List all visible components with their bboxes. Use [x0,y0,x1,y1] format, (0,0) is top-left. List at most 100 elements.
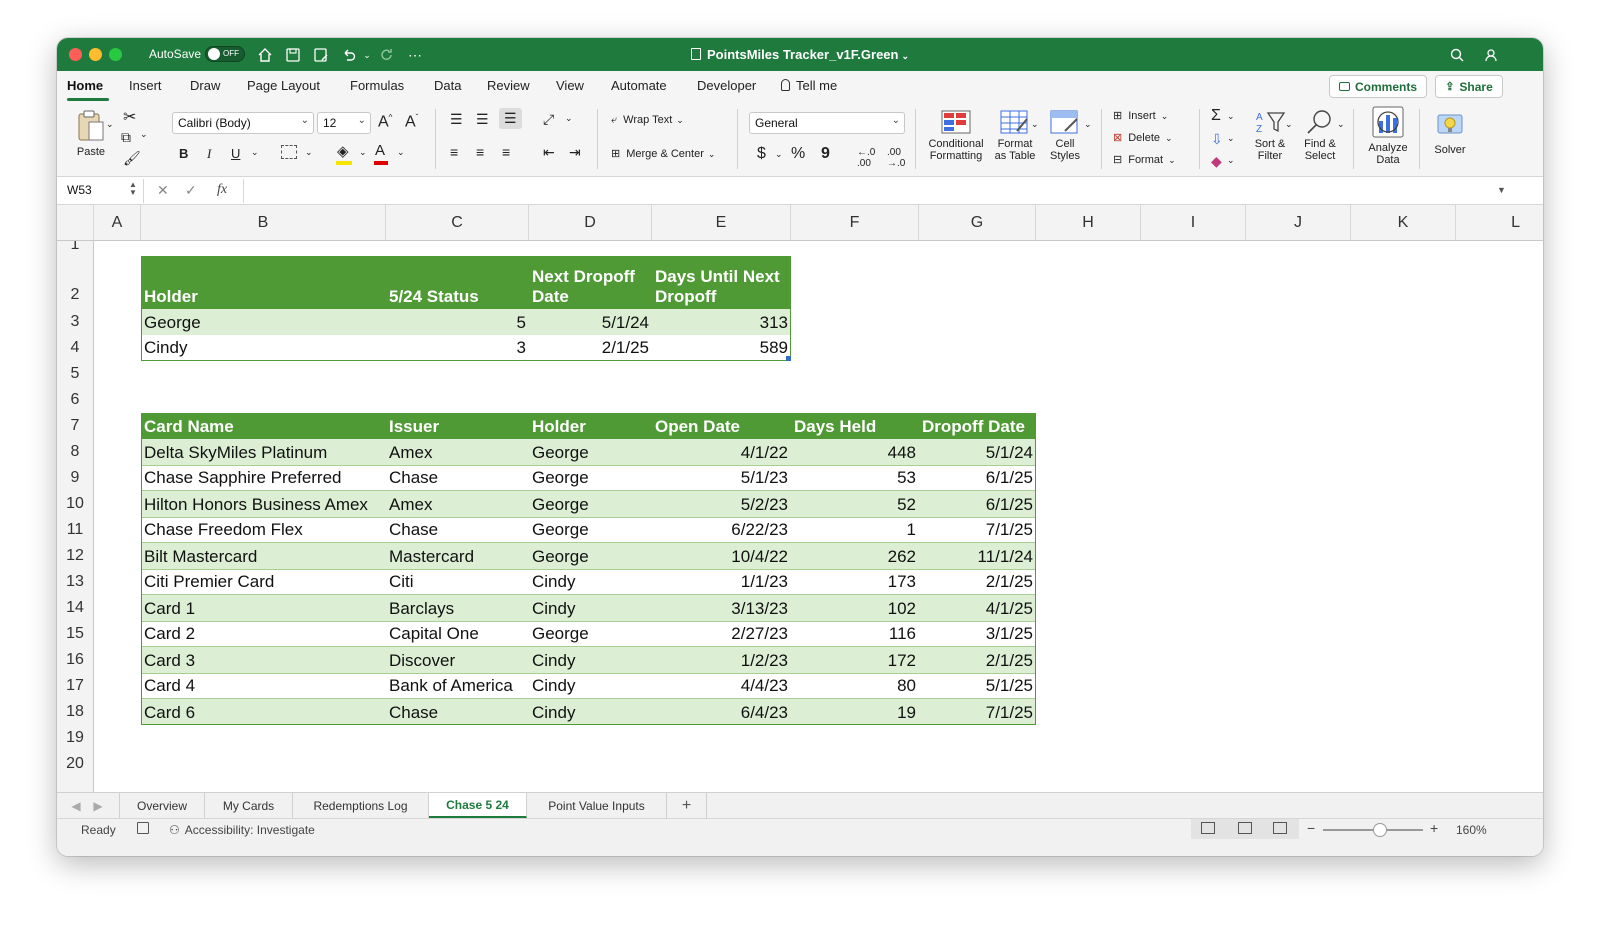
table-cell[interactable]: 6/1/25 [919,491,1036,517]
column-header[interactable]: I [1141,205,1246,241]
tab-draw[interactable]: Draw [190,78,220,93]
row-header[interactable]: 11 [57,517,94,543]
table-cell[interactable]: 11/1/24 [919,543,1036,569]
orientation-icon[interactable]: ⤢ [543,111,554,128]
table-cell[interactable]: Chase Freedom Flex [141,517,386,543]
row-header[interactable]: 8 [57,439,94,465]
fill-color-dropdown-icon[interactable]: ⌄ [359,147,367,158]
table-cell[interactable]: 80 [791,673,919,699]
table-cell[interactable]: Delta SkyMiles Platinum [141,439,386,465]
tab-review[interactable]: Review [487,78,530,93]
delete-cells-button[interactable]: ⊠ Delete ⌄ [1113,131,1173,144]
table-cell[interactable]: 7/1/25 [919,517,1036,543]
table-cell[interactable]: 3/1/25 [919,621,1036,647]
column-header[interactable]: K [1351,205,1456,241]
table-cell[interactable]: 102 [791,595,919,621]
row-header[interactable]: 20 [57,751,94,792]
table-cell[interactable]: 116 [791,621,919,647]
select-all-corner[interactable] [57,205,94,241]
underline-icon[interactable]: U [231,146,240,161]
bold-icon[interactable]: B [179,146,188,161]
align-left-icon[interactable]: ≡ [450,144,458,160]
sheet-tab-my-cards[interactable]: My Cards [205,793,293,818]
table-cell[interactable]: Card 1 [141,595,386,621]
row-header[interactable]: 12 [57,543,94,569]
table-header-cell[interactable]: Next Dropoff Date [529,256,652,309]
tab-formulas[interactable]: Formulas [350,78,404,93]
table-cell[interactable]: 2/1/25 [919,647,1036,673]
italic-icon[interactable]: I [207,146,211,162]
table-cell[interactable]: George [529,517,652,543]
row-header[interactable]: 4 [57,335,94,361]
table-cell[interactable]: 7/1/25 [919,699,1036,725]
table-header-cell[interactable]: Issuer [386,413,529,439]
column-header[interactable]: J [1246,205,1351,241]
currency-dropdown-icon[interactable]: ⌄ [775,149,783,160]
table-header-cell[interactable]: Holder [141,256,386,309]
row-header[interactable]: 5 [57,361,94,387]
table-cell[interactable]: Capital One [386,621,529,647]
page-layout-view-icon[interactable] [1238,822,1252,834]
table-cell[interactable]: Cindy [141,335,386,361]
sheet-tab-overview[interactable]: Overview [119,793,205,818]
comma-style-icon[interactable]: 9 [821,145,830,163]
table-cell[interactable]: Amex [386,491,529,517]
currency-icon[interactable]: $ [757,145,766,163]
find-select-button[interactable]: Find & Select [1297,109,1343,162]
table-cell[interactable]: Cindy [529,699,652,725]
insert-function-icon[interactable]: fx [217,182,227,198]
table-cell[interactable]: 313 [652,309,791,335]
table-cell[interactable]: 5/1/23 [652,465,791,491]
table-cell[interactable]: 10/4/22 [652,543,791,569]
formula-input[interactable] [249,181,1489,201]
table-cell[interactable]: 5/1/24 [529,309,652,335]
table-cell[interactable]: 173 [791,569,919,595]
column-header[interactable]: H [1036,205,1141,241]
table-cell[interactable]: Card 2 [141,621,386,647]
row-header[interactable]: 15 [57,621,94,647]
table-cell[interactable]: George [529,491,652,517]
increase-font-icon[interactable]: A^ [378,113,392,131]
clear-icon[interactable]: ◆ [1211,153,1222,170]
table-cell[interactable]: Card 3 [141,647,386,673]
row-header[interactable]: 17 [57,673,94,699]
cut-icon[interactable]: ✂ [123,107,136,127]
tab-view[interactable]: View [556,78,584,93]
row-header[interactable]: 2 [57,256,94,309]
table-cell[interactable]: 4/1/22 [652,439,791,465]
comments-button[interactable]: Comments [1329,75,1427,98]
row-header[interactable]: 14 [57,595,94,621]
table-cell[interactable]: Barclays [386,595,529,621]
table-cell[interactable]: 19 [791,699,919,725]
align-center-icon[interactable]: ≡ [476,144,484,160]
align-top-icon[interactable]: ☰ [450,111,463,128]
tab-home[interactable]: Home [67,78,103,93]
underline-dropdown-icon[interactable]: ⌄ [251,147,259,158]
table-cell[interactable]: Citi Premier Card [141,569,386,595]
table-cell[interactable]: 1/2/23 [652,647,791,673]
font-name-select[interactable]: Calibri (Body) ⌄ [172,112,314,134]
table-cell[interactable]: Hilton Honors Business Amex [141,491,386,517]
page-break-view-icon[interactable] [1273,822,1287,834]
row-header[interactable]: 7 [57,413,94,439]
table-cell[interactable]: 448 [791,439,919,465]
table-cell[interactable]: 3 [386,335,529,361]
share-button[interactable]: ⇪ Share [1435,75,1503,98]
table-header-cell[interactable]: Dropoff Date [919,413,1036,439]
worksheet-grid[interactable]: A B C D E F G H I J K L 1 2 3 4 5 6 7 8 … [57,205,1543,792]
percent-icon[interactable]: % [791,145,805,163]
row-header[interactable]: 9 [57,465,94,491]
table-header-cell[interactable]: Open Date [652,413,791,439]
table-header-cell[interactable]: Holder [529,413,652,439]
align-right-icon[interactable]: ≡ [502,144,510,160]
expand-formula-bar-icon[interactable]: ▼ [1497,185,1506,195]
table-cell[interactable]: 262 [791,543,919,569]
increase-decimal-icon[interactable]: ←.0.00 [857,147,875,169]
table-cell[interactable]: Citi [386,569,529,595]
copy-icon[interactable]: ⧉ [121,129,131,146]
column-header[interactable]: F [791,205,919,241]
align-middle-icon[interactable]: ☰ [476,111,489,128]
table-cell[interactable]: 1/1/23 [652,569,791,595]
macro-recording-icon[interactable] [137,822,149,834]
sort-dropdown-icon[interactable]: ⌄ [1285,119,1293,130]
